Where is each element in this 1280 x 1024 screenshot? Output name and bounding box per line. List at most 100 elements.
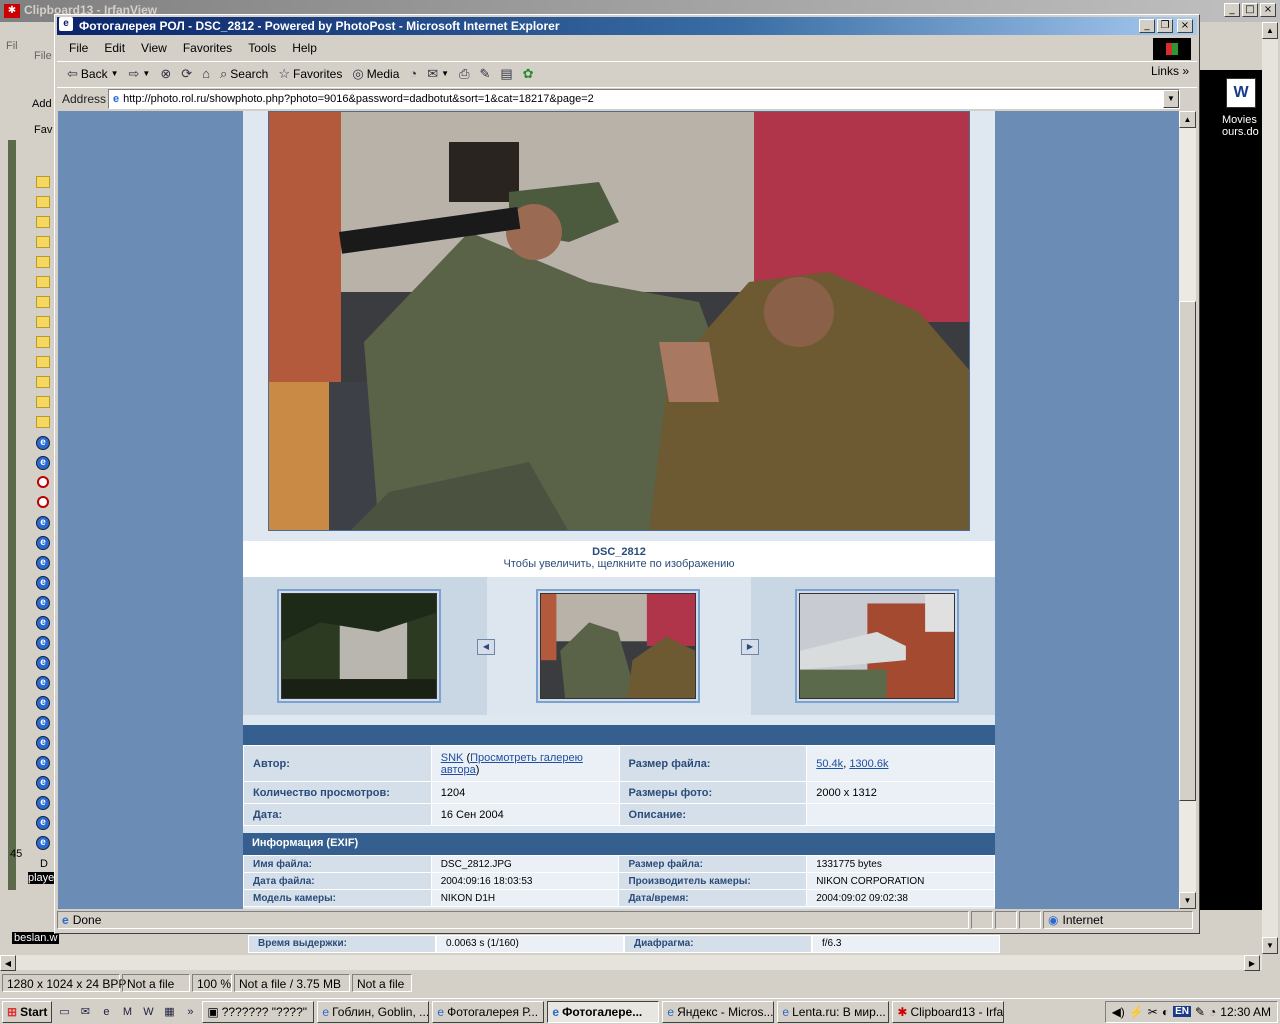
media-button[interactable]: ◎ Media [348, 64, 403, 84]
menu-help[interactable]: Help [284, 39, 325, 57]
next-thumbnail[interactable] [795, 589, 959, 703]
task-button-active[interactable]: e Фотогалере... [547, 1000, 660, 1023]
home-button[interactable]: ⌂ [198, 64, 214, 83]
previous-photo-button[interactable]: ◀ [477, 639, 495, 655]
minimize-icon[interactable]: _ [1139, 19, 1155, 33]
folder-icon[interactable] [36, 296, 50, 308]
discuss-button[interactable]: ▤ [496, 64, 516, 84]
folder-icon[interactable] [36, 176, 50, 188]
ie-shortcut-icon[interactable]: e [36, 776, 50, 790]
record-icon[interactable] [37, 496, 49, 508]
ie-shortcut-icon[interactable]: e [36, 616, 50, 630]
task-button[interactable]: e Фотогалерея Р... [432, 1000, 545, 1023]
task-button[interactable]: e Яндекс - Micros... [662, 1000, 775, 1023]
folder-icon[interactable] [36, 376, 50, 388]
task-button[interactable]: ✱ Clipboard13 - Irfa... [892, 1000, 1005, 1023]
language-indicator[interactable]: EN [1173, 1006, 1191, 1017]
page-vertical-scrollbar[interactable]: ▲ ▼ [1179, 111, 1196, 909]
task-button[interactable]: e Lenta.ru: В мир... [777, 1000, 890, 1023]
close-icon[interactable]: × [1260, 3, 1276, 17]
folder-icon[interactable] [36, 316, 50, 328]
task-button[interactable]: ▣??????? "????" [202, 1000, 315, 1023]
edit-button[interactable]: ✎ [475, 64, 494, 84]
clock[interactable]: 12:30 AM [1220, 1005, 1271, 1019]
scroll-down-icon[interactable]: ▼ [1262, 937, 1278, 954]
ie-shortcut-icon[interactable]: e [36, 656, 50, 670]
ie-shortcut-icon[interactable]: e [36, 736, 50, 750]
prev-thumbnail[interactable] [277, 589, 441, 703]
stop-button[interactable]: ⊗ [156, 64, 175, 84]
close-icon[interactable]: × [1177, 19, 1193, 33]
folder-icon[interactable] [36, 356, 50, 368]
main-photo[interactable] [268, 111, 970, 531]
scroll-up-icon[interactable]: ▲ [1179, 111, 1196, 128]
ie-shortcut-icon[interactable]: e [36, 696, 50, 710]
ie-shortcut-icon[interactable]: e [36, 836, 50, 850]
favorites-button[interactable]: ☆ Favorites [274, 64, 346, 84]
scroll-left-icon[interactable]: ◀ [0, 955, 16, 971]
messenger-button[interactable]: ✿ [519, 64, 538, 84]
folder-icon[interactable] [36, 196, 50, 208]
mail-launch-icon[interactable]: M [118, 1003, 136, 1021]
ie-shortcut-icon[interactable]: e [36, 716, 50, 730]
menu-view[interactable]: View [133, 39, 175, 57]
ie-shortcut-icon[interactable]: e [36, 596, 50, 610]
ie-shortcut-icon[interactable]: e [36, 636, 50, 650]
desktop-label-beslan[interactable]: beslan.w [12, 932, 60, 944]
ie-launch-icon[interactable]: e [97, 1003, 115, 1021]
minimize-icon[interactable]: _ [1224, 3, 1240, 17]
folder-icon[interactable] [36, 276, 50, 288]
tray-app-icon[interactable]: ◔ [1209, 1005, 1216, 1019]
address-input[interactable]: e http://photo.rol.ru/showphoto.php?phot… [108, 88, 1180, 109]
menu-favorites[interactable]: Favorites [175, 39, 240, 57]
task-button[interactable]: e Гоблин, Goblin, ... [317, 1000, 430, 1023]
chevron-right-icon[interactable]: » [181, 1003, 199, 1021]
refresh-button[interactable]: ⟳ [177, 64, 196, 84]
ie-shortcut-icon[interactable]: e [36, 536, 50, 550]
ie-shortcut-icon[interactable]: e [36, 456, 50, 470]
current-thumbnail[interactable] [536, 589, 700, 703]
links-button[interactable]: Links » [1151, 64, 1189, 78]
ie-shortcut-icon[interactable]: e [36, 796, 50, 810]
irfanview-horizontal-scrollbar[interactable]: ◀ ▶ [0, 954, 1262, 971]
menu-tools[interactable]: Tools [240, 39, 284, 57]
folder-icon[interactable] [36, 336, 50, 348]
folder-icon[interactable] [36, 216, 50, 228]
record-icon[interactable] [37, 476, 49, 488]
ie-shortcut-icon[interactable]: e [36, 516, 50, 530]
filesize-large-link[interactable]: 1300.6k [849, 758, 888, 770]
folder-icon[interactable] [36, 256, 50, 268]
scrollbar-thumb[interactable] [1179, 301, 1196, 801]
start-button[interactable]: ⊞ Start [2, 1000, 53, 1023]
ie-shortcut-icon[interactable]: e [36, 436, 50, 450]
restore-icon[interactable]: ❐ [1157, 19, 1173, 33]
ie-shortcut-icon[interactable]: e [36, 816, 50, 830]
irfanview-vertical-scrollbar[interactable]: ▲ ▼ [1262, 22, 1278, 954]
outlook-icon[interactable]: ✉ [76, 1003, 94, 1021]
scroll-up-icon[interactable]: ▲ [1262, 22, 1278, 39]
folder-icon[interactable] [36, 416, 50, 428]
next-photo-button[interactable]: ▶ [741, 639, 759, 655]
tray-app-icon[interactable]: ✎ [1195, 1005, 1205, 1019]
tray-app-icon[interactable]: ◐ [1162, 1005, 1169, 1019]
author-link[interactable]: SNK [441, 752, 464, 764]
ie-shortcut-icon[interactable]: e [36, 576, 50, 590]
ie-shortcut-icon[interactable]: e [36, 556, 50, 570]
explorer-launch-icon[interactable]: ▦ [160, 1003, 178, 1021]
scroll-down-icon[interactable]: ▼ [1179, 892, 1196, 909]
history-button[interactable]: ◔ [405, 64, 421, 83]
scroll-right-icon[interactable]: ▶ [1244, 955, 1260, 971]
word-document-icon[interactable]: W [1226, 78, 1256, 108]
ie-shortcut-icon[interactable]: e [36, 676, 50, 690]
search-button[interactable]: ⌕ Search [216, 64, 272, 84]
back-button[interactable]: ⇦ Back ▼ [63, 64, 123, 84]
tray-app-icon[interactable]: ⚡ [1129, 1005, 1144, 1019]
print-button[interactable]: ⎙ [455, 64, 473, 84]
maximize-icon[interactable]: □ [1242, 3, 1258, 17]
menu-edit[interactable]: Edit [96, 39, 133, 57]
desktop-label-player[interactable]: playe [28, 872, 55, 884]
show-desktop-icon[interactable]: ▭ [55, 1003, 73, 1021]
volume-icon[interactable]: ◀) [1112, 1005, 1125, 1019]
word-launch-icon[interactable]: W [139, 1003, 157, 1021]
menu-file[interactable]: File [61, 39, 96, 57]
